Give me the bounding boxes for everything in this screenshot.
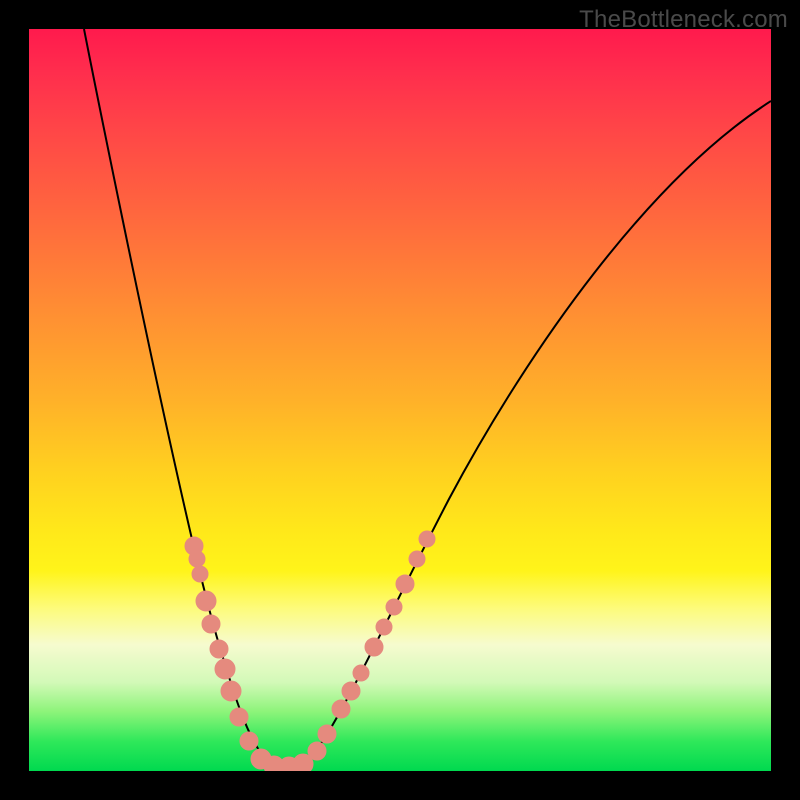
data-dot <box>189 551 205 567</box>
data-dot <box>215 659 235 679</box>
data-dot <box>353 665 369 681</box>
data-dot <box>221 681 241 701</box>
data-dot <box>196 591 216 611</box>
data-dot <box>202 615 220 633</box>
data-dot <box>419 531 435 547</box>
data-dots <box>185 531 435 771</box>
data-dot <box>308 742 326 760</box>
data-dot <box>230 708 248 726</box>
data-dot <box>365 638 383 656</box>
data-dot <box>192 566 208 582</box>
chart-frame: TheBottleneck.com <box>0 0 800 800</box>
plot-area <box>29 29 771 771</box>
data-dot <box>376 619 392 635</box>
data-dot <box>409 551 425 567</box>
chart-svg <box>29 29 771 771</box>
data-dot <box>342 682 360 700</box>
data-dot <box>332 700 350 718</box>
data-dot <box>318 725 336 743</box>
data-dot <box>240 732 258 750</box>
data-dot <box>210 640 228 658</box>
bottleneck-curve <box>84 29 771 768</box>
data-dot <box>396 575 414 593</box>
data-dot <box>386 599 402 615</box>
